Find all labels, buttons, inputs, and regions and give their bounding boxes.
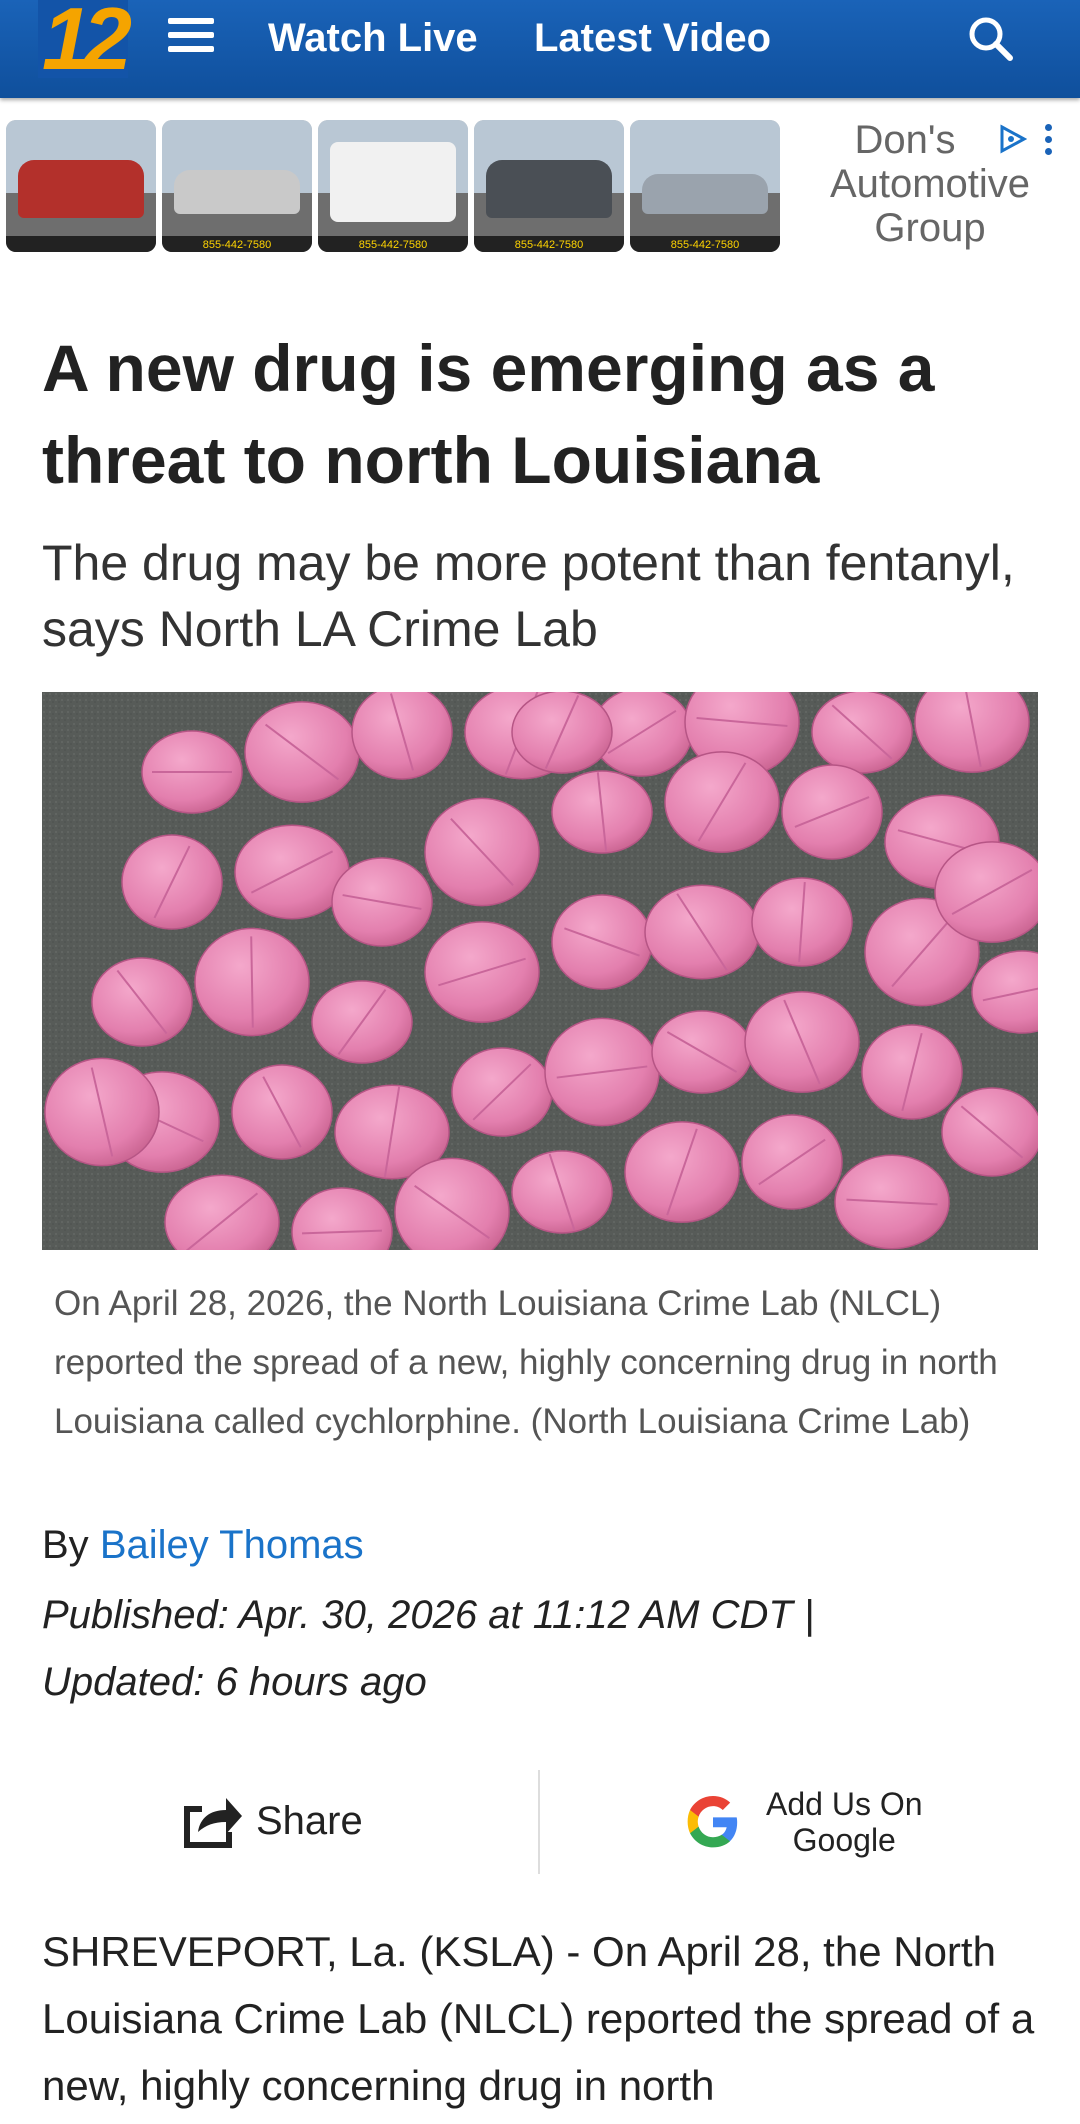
ad-thumb[interactable]: 855-442-7580	[162, 120, 312, 252]
share-icon	[184, 1798, 242, 1848]
truck-image	[18, 160, 144, 218]
photo-caption: On April 28, 2026, the North Louisiana C…	[54, 1284, 998, 1441]
article-subhead: The drug may be more potent than fentany…	[42, 535, 1015, 657]
station-logo[interactable]: 12	[38, 0, 132, 83]
divider	[538, 1770, 540, 1874]
truck-image	[486, 160, 612, 218]
search-icon[interactable]	[966, 14, 1016, 64]
pink-pills-image	[42, 692, 1038, 1250]
updated-date: Updated: 6 hours ago	[42, 1660, 427, 1704]
article-body: SHREVEPORT, La. (KSLA) - On April 28, th…	[42, 1928, 1035, 2109]
publish-info: Published: Apr. 30, 2026 at 11:12 AM CDT…	[42, 1582, 1052, 1716]
share-button[interactable]: Share	[178, 1788, 363, 1854]
more-options-icon[interactable]	[1045, 124, 1059, 164]
pill	[941, 1087, 1038, 1177]
published-date: Published: Apr. 30, 2026 at 11:12 AM CDT…	[42, 1593, 815, 1637]
site-header: 12 Watch Live Latest Video	[0, 0, 1080, 98]
pill	[934, 841, 1038, 943]
ad-thumb[interactable]	[6, 120, 156, 252]
ad-thumb[interactable]: 855-442-7580	[630, 120, 780, 252]
share-bar: Share Add Us On Google	[0, 1770, 1080, 1874]
byline-prefix: By	[42, 1523, 89, 1567]
add-us-on-google-button[interactable]: Add Us On Google	[684, 1784, 923, 1860]
car-image	[642, 174, 768, 214]
ad-thumb[interactable]: 855-442-7580	[474, 120, 624, 252]
article-photo[interactable]	[42, 692, 1038, 1250]
google-label: Add Us On Google	[766, 1786, 923, 1858]
ad-banner[interactable]: 855-442-7580 855-442-7580 855-442-7580 8…	[0, 104, 1080, 264]
car-image	[174, 170, 300, 214]
share-label: Share	[256, 1798, 363, 1843]
rv-image	[330, 142, 456, 222]
ad-thumb[interactable]: 855-442-7580	[318, 120, 468, 252]
google-icon	[687, 1796, 738, 1848]
nav-watch-live[interactable]: Watch Live	[268, 14, 478, 62]
byline: By Bailey Thomas	[42, 1517, 364, 1573]
hamburger-icon[interactable]	[168, 18, 214, 58]
nav-latest-video[interactable]: Latest Video	[534, 14, 771, 62]
article-headline: A new drug is emerging as a threat to no…	[42, 331, 935, 497]
ad-choices-icon[interactable]	[997, 124, 1027, 154]
author-link[interactable]: Bailey Thomas	[100, 1523, 364, 1567]
